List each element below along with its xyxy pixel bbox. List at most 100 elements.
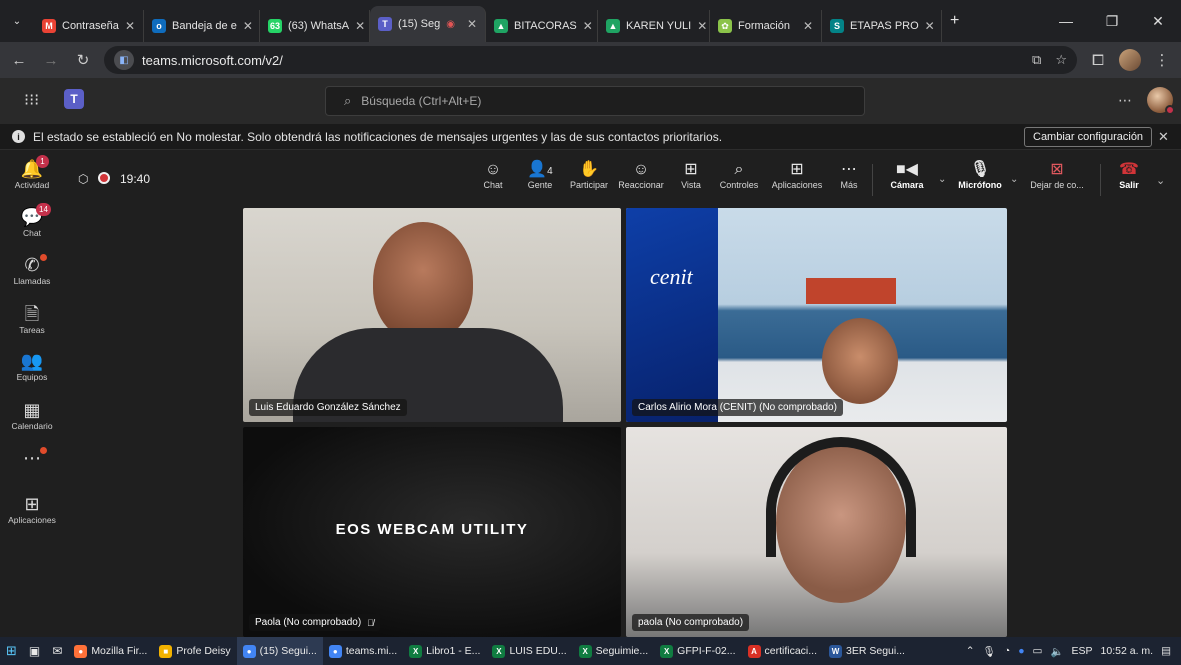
back-button[interactable]: ← xyxy=(8,49,30,71)
rail-label: Aplicaciones xyxy=(8,515,56,525)
search-placeholder: Búsqueda (Ctrl+Alt+E) xyxy=(361,94,482,108)
camera-chevron-icon[interactable]: ⌄ xyxy=(938,174,946,185)
video-tile-2[interactable]: cenit Carlos Alirio Mora (CENIT) (No com… xyxy=(626,208,1007,422)
forward-button[interactable]: → xyxy=(40,49,62,71)
taskbar-item-10[interactable]: W 3ER Segui... xyxy=(823,637,911,665)
rail-item-calendario[interactable]: ▦ Calendario xyxy=(0,399,64,431)
minimize-button[interactable]: — xyxy=(1043,0,1089,42)
rail-item-aplicaciones[interactable]: ⊞ Aplicaciones xyxy=(0,493,64,525)
camera-button[interactable]: ■◀ Cámara xyxy=(882,160,932,190)
browser-tab-4[interactable]: T (15) Seg ◉ ✕ xyxy=(370,6,486,42)
microphone-tray-icon[interactable]: 🎙 xyxy=(983,645,996,658)
more-button[interactable]: ⋯ Más xyxy=(836,160,862,190)
close-tab-icon[interactable]: ✕ xyxy=(243,19,253,33)
teams-logo-icon: T xyxy=(64,89,84,109)
browser-tab-1[interactable]: M Contraseña ✕ xyxy=(34,10,144,42)
taskbar-item-3[interactable]: ● (15) Segui... xyxy=(236,637,323,665)
reload-button[interactable]: ↻ xyxy=(72,49,94,71)
extensions-button[interactable]: ⧠ xyxy=(1087,49,1109,71)
recording-dot-icon: ◉ xyxy=(446,18,455,30)
browser-tab-2[interactable]: o Bandeja de e ✕ xyxy=(144,10,260,42)
taskbar-item-1[interactable]: ● Mozilla Fir... xyxy=(68,637,153,665)
taskbar-item-4[interactable]: ● teams.mi... xyxy=(323,637,403,665)
people-button[interactable]: 👤4 Gente xyxy=(523,160,557,190)
clock[interactable]: 10:52 a. m. xyxy=(1101,645,1154,657)
close-tab-icon[interactable]: ✕ xyxy=(583,19,593,33)
browser-tab-8[interactable]: S ETAPAS PRO ✕ xyxy=(822,10,942,42)
rail-item-llamadas[interactable]: ✆ Llamadas xyxy=(0,254,64,286)
new-tab-button[interactable]: + xyxy=(942,5,967,37)
stop-sharing-button[interactable]: ⊠ Dejar de co... xyxy=(1024,160,1090,190)
rail-item-more[interactable]: ⋯ xyxy=(0,447,64,469)
controls-button[interactable]: ⌕ Controles xyxy=(716,160,762,190)
rail-item-equipos[interactable]: 👥 Equipos xyxy=(0,350,64,382)
excel-icon: X xyxy=(492,644,506,658)
rail-item-chat[interactable]: 💬 14 Chat xyxy=(0,203,64,238)
close-window-button[interactable]: ✕ xyxy=(1135,0,1181,42)
taskbar-item-7[interactable]: X Seguimie... xyxy=(573,637,655,665)
close-tab-icon[interactable]: ✕ xyxy=(803,19,813,33)
browser-tab-6[interactable]: ▲ KAREN YULI ✕ xyxy=(598,10,710,42)
browser-tab-7[interactable]: ✿ Formación ✕ xyxy=(710,10,822,42)
tab-title: BITACORAS xyxy=(514,20,577,32)
chat-button[interactable]: ☺ Chat xyxy=(478,160,508,190)
close-tab-icon[interactable]: ✕ xyxy=(925,19,935,33)
microphone-button[interactable]: 🎙 Micrófono xyxy=(952,160,1008,190)
bookmark-star-icon[interactable]: ☆ xyxy=(1055,52,1067,68)
chevron-up-icon[interactable]: ⌃ xyxy=(966,645,975,657)
controls-label: Controles xyxy=(719,180,759,190)
network-icon[interactable]: ▭ xyxy=(1033,645,1043,657)
browser-tab-5[interactable]: ▲ BITACORAS ✕ xyxy=(486,10,598,42)
close-banner-icon[interactable]: ✕ xyxy=(1158,129,1169,145)
notification-center-icon[interactable]: ▤ xyxy=(1161,645,1171,657)
rail-item-tareas[interactable]: 🗎 Tareas xyxy=(0,303,64,335)
taskbar-item-6[interactable]: X LUIS EDU... xyxy=(486,637,572,665)
user-avatar[interactable] xyxy=(1147,87,1175,115)
video-tile-1[interactable]: Luis Eduardo González Sánchez xyxy=(243,208,621,422)
language-indicator[interactable]: ESP xyxy=(1072,645,1093,657)
taskbar-item-9[interactable]: Acertificaci... xyxy=(742,637,824,665)
react-button[interactable]: ☺ Reaccionar xyxy=(616,160,666,190)
taskbar-label: 3ER Segui... xyxy=(846,645,905,657)
chrome-tray-icon[interactable]: ● xyxy=(1018,645,1024,657)
video-tile-3[interactable]: EOS WEBCAM UTILITY Paola (No comprobado)… xyxy=(243,427,621,637)
tab-search-button[interactable]: ⌄ xyxy=(0,5,34,37)
add-apps-icon: ⊞ xyxy=(790,161,804,178)
close-tab-icon[interactable]: ✕ xyxy=(125,19,135,33)
taskbar-item-5[interactable]: X Libro1 - E... xyxy=(403,637,486,665)
volume-icon[interactable]: 🔈 xyxy=(1050,645,1063,658)
task-view-button[interactable]: ▣ xyxy=(23,637,46,665)
close-tab-icon[interactable]: ✕ xyxy=(355,19,365,33)
leave-chevron-icon[interactable]: ⌄ xyxy=(1156,174,1165,187)
cast-icon[interactable]: ⧉ xyxy=(1032,52,1041,68)
participant-name: paola (No comprobado) xyxy=(632,614,750,631)
mic-chevron-icon[interactable]: ⌄ xyxy=(1010,174,1018,185)
teams-header: ⁝⁝⁝ T ⌕ Búsqueda (Ctrl+Alt+E) ⋯ xyxy=(0,78,1181,124)
app-launcher-icon[interactable]: ⁝⁝⁝ xyxy=(24,90,39,110)
search-input[interactable]: ⌕ Búsqueda (Ctrl+Alt+E) xyxy=(325,86,865,116)
wifi-icon[interactable]: ◔ xyxy=(1004,645,1010,657)
close-tab-icon[interactable]: ✕ xyxy=(697,19,707,33)
url-field[interactable]: ◧ teams.microsoft.com/v2/ ⧉ ☆ xyxy=(104,46,1077,74)
windows-logo-icon: ⊞ xyxy=(6,643,17,658)
video-tile-4[interactable]: paola (No comprobado) xyxy=(626,427,1007,637)
site-info-icon[interactable]: ◧ xyxy=(114,50,134,70)
browser-tab-3[interactable]: 63 (63) WhatsA ✕ xyxy=(260,10,370,42)
taskbar-item-8[interactable]: X GFPI-F-02... xyxy=(654,637,741,665)
close-tab-icon[interactable]: ✕ xyxy=(467,17,477,31)
react-label: Reaccionar xyxy=(618,180,664,190)
taskbar-item-2[interactable]: ■ Profe Deisy xyxy=(153,637,236,665)
change-settings-button[interactable]: Cambiar configuración xyxy=(1024,127,1153,147)
restore-button[interactable]: ❐ xyxy=(1089,0,1135,42)
more-options-icon[interactable]: ⋯ xyxy=(1118,92,1132,109)
raise-hand-button[interactable]: ✋ Participar xyxy=(567,160,611,190)
leave-button[interactable]: ☎ Salir xyxy=(1112,160,1146,190)
minimize-icon: — xyxy=(1059,13,1073,29)
view-button[interactable]: ⊞ Vista xyxy=(676,160,706,190)
profile-avatar[interactable] xyxy=(1119,49,1141,71)
rail-item-actividad[interactable]: 🔔 1 Actividad xyxy=(0,155,64,190)
apps-button[interactable]: ⊞ Aplicaciones xyxy=(768,160,826,190)
mail-button[interactable]: ✉ xyxy=(46,637,68,665)
start-button[interactable]: ⊞ xyxy=(0,637,23,665)
browser-menu-button[interactable]: ⋮ xyxy=(1151,49,1173,71)
